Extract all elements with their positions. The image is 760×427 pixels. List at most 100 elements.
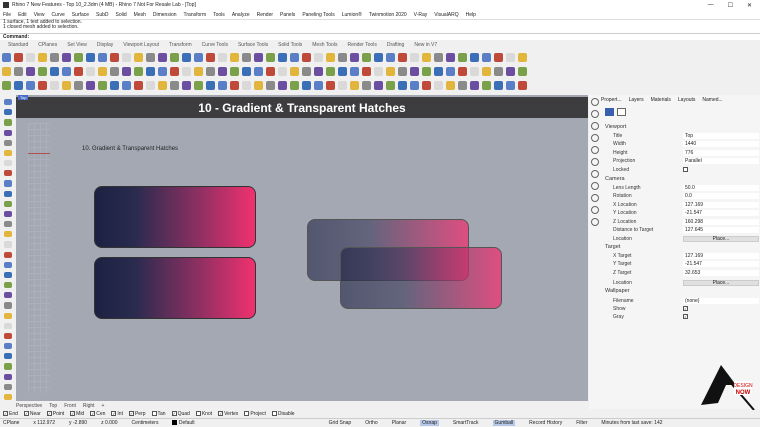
tool-icon[interactable] [422, 66, 431, 76]
tool-icon[interactable] [86, 80, 95, 90]
panel-tool-icon[interactable] [591, 158, 599, 166]
viewport-text[interactable]: 10. Gradient & Transparent Hatches [82, 146, 178, 152]
tool-icon[interactable] [26, 80, 35, 90]
tool-icon[interactable] [122, 66, 131, 76]
tool-icon[interactable] [134, 80, 143, 90]
tool-icon[interactable] [230, 52, 239, 62]
tool-icon[interactable] [338, 66, 347, 76]
smarttrack-toggle[interactable]: SmartTrack [453, 420, 479, 426]
tool-icon[interactable] [182, 52, 191, 62]
panel-tab[interactable]: Layouts [678, 97, 696, 103]
tool-icon[interactable] [314, 52, 323, 62]
menu-item-transform[interactable]: Transform [184, 12, 207, 18]
tool-icon[interactable] [50, 52, 59, 62]
tool-icon[interactable] [410, 66, 419, 76]
ortho-toggle[interactable]: Ortho [365, 420, 378, 426]
tool-icon[interactable] [518, 66, 527, 76]
tool-icon[interactable] [398, 66, 407, 76]
planar-toggle[interactable]: Planar [392, 420, 406, 426]
menu-item-render[interactable]: Render [257, 12, 273, 18]
tool-icon[interactable] [3, 129, 12, 136]
toolbar-tab[interactable]: Mesh Tools [312, 42, 337, 48]
tool-icon[interactable] [506, 80, 515, 90]
tool-icon[interactable] [3, 312, 12, 319]
tool-icon[interactable] [242, 66, 251, 76]
tool-icon[interactable] [326, 66, 335, 76]
property-value[interactable]: 1440 [683, 141, 759, 147]
maximize-button[interactable]: ☐ [728, 2, 733, 9]
tool-icon[interactable] [3, 149, 12, 157]
tool-icon[interactable] [350, 80, 359, 90]
tool-icon[interactable] [3, 241, 12, 248]
tool-icon[interactable] [3, 190, 12, 197]
tool-icon[interactable] [3, 383, 12, 390]
close-button[interactable]: ✕ [747, 2, 752, 9]
checkbox[interactable]: ✓ [111, 411, 117, 417]
tool-icon[interactable] [62, 66, 71, 76]
tool-icon[interactable] [242, 52, 251, 62]
tool-icon[interactable] [290, 66, 299, 76]
tool-icon[interactable] [158, 52, 167, 62]
tool-icon[interactable] [170, 80, 179, 90]
osnap-vertex[interactable]: ✓ Vertex [218, 411, 238, 417]
tool-icon[interactable] [434, 52, 443, 62]
filter-button[interactable]: Filter [576, 420, 587, 426]
tool-icon[interactable] [494, 66, 503, 76]
tool-icon[interactable] [314, 66, 323, 76]
tool-icon[interactable] [194, 52, 203, 62]
tool-icon[interactable] [26, 66, 35, 76]
menu-item-subd[interactable]: SubD [96, 12, 109, 18]
property-value[interactable]: 50.0 [683, 184, 759, 191]
tool-icon[interactable] [3, 170, 12, 177]
tool-icon[interactable] [338, 52, 347, 62]
tool-icon[interactable] [3, 322, 12, 329]
tool-icon[interactable] [146, 80, 155, 90]
checkbox[interactable] [195, 411, 201, 417]
osnap-disable[interactable]: Disable [271, 411, 295, 417]
tool-icon[interactable] [362, 66, 371, 76]
tool-icon[interactable] [422, 52, 431, 62]
menu-item-view[interactable]: View [34, 12, 45, 18]
tool-icon[interactable] [230, 66, 239, 76]
toolbar-tab[interactable]: Display [97, 42, 113, 48]
tool-icon[interactable] [110, 52, 119, 62]
tool-icon[interactable] [254, 52, 263, 62]
tool-icon[interactable] [122, 80, 131, 90]
checkbox[interactable]: ✓ [171, 411, 177, 417]
property-value[interactable]: 160.298 [683, 218, 759, 225]
tool-icon[interactable] [482, 66, 491, 76]
filename-select[interactable]: (none) [683, 297, 759, 304]
menu-item-analyze[interactable]: Analyze [232, 12, 250, 18]
tool-icon[interactable] [242, 80, 251, 90]
tool-icon[interactable] [3, 180, 12, 187]
panel-tab[interactable]: Propert... [601, 97, 622, 103]
tool-icon[interactable] [338, 80, 347, 90]
tool-icon[interactable] [470, 52, 479, 62]
menu-item-solid[interactable]: Solid [116, 12, 127, 18]
tool-icon[interactable] [134, 52, 143, 62]
property-value[interactable]: 32.653 [683, 269, 759, 276]
property-value[interactable]: Parallel [683, 158, 759, 164]
tool-icon[interactable] [98, 80, 107, 90]
tool-icon[interactable] [3, 119, 12, 126]
tool-icon[interactable] [374, 52, 383, 62]
panel-tool-icon[interactable] [591, 98, 599, 106]
tool-icon[interactable] [2, 80, 11, 90]
gray-checkbox[interactable]: ✓ [683, 314, 688, 319]
tool-icon[interactable] [350, 66, 359, 76]
checkbox[interactable] [244, 411, 250, 417]
tool-icon[interactable] [3, 99, 12, 106]
tool-icon[interactable] [62, 80, 71, 90]
tool-icon[interactable] [266, 66, 275, 76]
tool-icon[interactable] [206, 80, 215, 90]
tool-icon[interactable] [170, 66, 179, 76]
tool-icon[interactable] [470, 80, 479, 90]
tool-icon[interactable] [398, 80, 407, 90]
checkbox[interactable]: ✓ [90, 411, 96, 417]
tool-icon[interactable] [50, 80, 59, 90]
toolbar-tab[interactable]: New in V7 [414, 42, 437, 48]
tool-icon[interactable] [110, 66, 119, 76]
tool-icon[interactable] [278, 52, 287, 62]
tool-icon[interactable] [482, 52, 491, 62]
osnap-cen[interactable]: ✓ Cen [90, 411, 105, 417]
